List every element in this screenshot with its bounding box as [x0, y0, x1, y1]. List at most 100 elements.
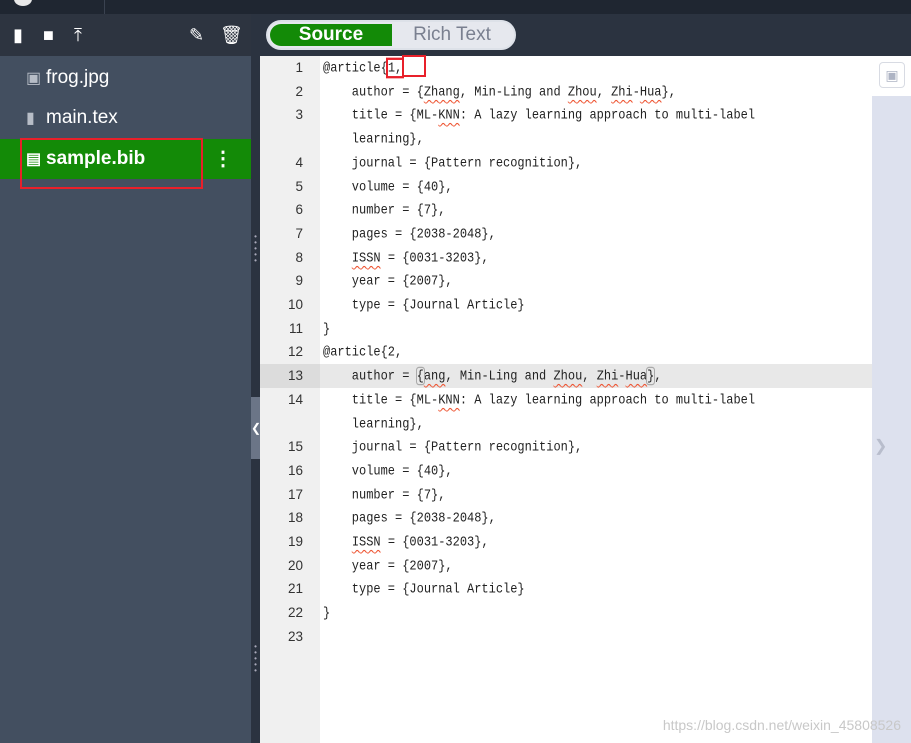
right-panel: ▣ ❯: [872, 56, 911, 743]
code-line[interactable]: 11}: [260, 317, 872, 341]
code-line[interactable]: 4 journal = {Pattern recognition},: [260, 151, 872, 175]
file-name: main.tex: [46, 107, 118, 128]
line-number: 16: [287, 462, 303, 478]
code-token: }: [323, 320, 331, 337]
line-number: 14: [287, 391, 303, 407]
file-icon: ▮: [26, 110, 35, 127]
code-token: learning},: [323, 415, 424, 432]
code-line[interactable]: learning},: [260, 127, 872, 151]
new-file-icon[interactable]: ▮: [13, 24, 23, 46]
chevron-right-icon[interactable]: ❯: [874, 436, 887, 456]
top-bar: [0, 0, 911, 14]
code-line[interactable]: 10 type = {Journal Article}: [260, 293, 872, 317]
upload-icon[interactable]: ⤒: [74, 24, 82, 46]
right-panel-header: ▣: [872, 56, 911, 96]
code-token: : A lazy learning approach to multi-labe…: [459, 391, 756, 408]
code-line[interactable]: 23: [260, 625, 872, 649]
code-token: volume = {40},: [323, 462, 453, 479]
file-toolbar: ▮ ■ ⤒ ✎ 🗑: [0, 14, 260, 56]
code-line[interactable]: 14 title = {ML-KNN: A lazy learning appr…: [260, 388, 872, 412]
code-token: , Min-Ling and: [445, 368, 554, 385]
misspelled-word: Zhi: [611, 83, 633, 100]
line-number: 4: [295, 154, 303, 170]
code-token: number = {7},: [323, 486, 446, 503]
code-token: ,: [582, 368, 597, 385]
code-token: year = {2007},: [323, 273, 453, 290]
image-icon: ▣: [26, 70, 42, 87]
code-line[interactable]: learning},: [260, 412, 872, 436]
more-options-icon[interactable]: ⋮: [213, 139, 233, 179]
code-token: }: [323, 605, 331, 622]
code-editor[interactable]: 1 @article{1, 2 author = {Zhang, Min-Ling …: [260, 55, 872, 743]
code-line[interactable]: 8 ISSN = {0031-3203},: [260, 246, 872, 270]
line-number: 22: [287, 605, 303, 621]
file-name: frog.jpg: [46, 67, 110, 88]
watermark: https://blog.csdn.net/weixin_45808526: [662, 717, 901, 733]
code-line[interactable]: 3 title = {ML-KNN: A lazy learning appro…: [260, 103, 872, 127]
code-line[interactable]: 15 journal = {Pattern recognition},: [260, 435, 872, 459]
misspelled-word: Zhou: [567, 83, 597, 100]
code-token: ,: [596, 83, 612, 100]
line-number: 10: [287, 297, 303, 312]
code-line[interactable]: 17 number = {7},: [260, 483, 872, 507]
code-token: @article{: [323, 59, 388, 77]
line-number: 17: [287, 486, 303, 502]
misspelled-word: ISSN: [351, 249, 381, 266]
code-line[interactable]: 2 author = {Zhang, Min-Ling and Zhou, Zh…: [260, 80, 872, 104]
drag-handle-icon[interactable]: • • • • •: [253, 643, 258, 675]
line-number: 19: [287, 534, 303, 549]
pane-splitter[interactable]: • • • • • • • • • •: [251, 14, 260, 743]
line-number: 1: [295, 60, 303, 75]
collapse-sidebar-button[interactable]: ❮: [251, 397, 261, 459]
code-line[interactable]: 13 author = {ang, Min-Ling and Zhou, Zhi…: [260, 364, 872, 389]
line-number: 20: [287, 557, 303, 573]
code-line[interactable]: 16 volume = {40},: [260, 459, 872, 483]
rich-text-mode-button[interactable]: Rich Text: [392, 24, 512, 46]
code-line[interactable]: 7 pages = {2038-2048},: [260, 222, 872, 246]
code-token: volume = {40},: [323, 178, 453, 195]
highlight-box: [20, 138, 203, 189]
line-number: 18: [287, 510, 303, 526]
source-mode-button[interactable]: Source: [270, 24, 392, 46]
mode-toggle: Source Rich Text: [266, 20, 516, 50]
code-token: type = {Journal Article}: [323, 296, 525, 314]
code-line[interactable]: 19 ISSN = {0031-3203},: [260, 530, 872, 554]
code-line[interactable]: 22}: [260, 601, 872, 625]
line-number: 3: [295, 107, 303, 123]
code-line[interactable]: 20 year = {2007},: [260, 554, 872, 578]
code-token: number = {7},: [323, 202, 446, 219]
misspelled-word: Zhou: [553, 368, 583, 385]
code-line[interactable]: 12 @article{2,: [260, 340, 872, 364]
file-item-frog-jpg[interactable]: ▣ frog.jpg: [0, 58, 251, 98]
code-token: pages = {2038-2048},: [323, 510, 496, 527]
code-line[interactable]: 21 type = {Journal Article}: [260, 577, 872, 601]
line-number: 5: [295, 178, 303, 194]
code-token: {: [415, 366, 425, 386]
code-token: journal = {Pattern recognition},: [323, 439, 583, 456]
line-number: 23: [287, 628, 303, 644]
trash-icon[interactable]: 🗑: [220, 24, 243, 46]
code-token: year = {2007},: [323, 557, 453, 574]
code-token: = {0031-3203},: [380, 249, 489, 266]
code-token: journal = {Pattern recognition},: [323, 154, 583, 171]
line-number: 8: [295, 249, 303, 265]
code-token: pages = {2038-2048},: [323, 225, 496, 242]
code-token: -: [618, 368, 626, 385]
line-number: 15: [287, 439, 303, 455]
divider: [104, 0, 105, 14]
code-line[interactable]: 6 number = {7},: [260, 198, 872, 222]
line-number: 7: [295, 225, 303, 241]
code-line[interactable]: 1 @article{1,: [260, 56, 872, 80]
code-line[interactable]: 18 pages = {2038-2048},: [260, 506, 872, 530]
highlight-box: [402, 55, 426, 77]
code-text: type = {Journal Article}: [323, 291, 525, 319]
file-item-main-tex[interactable]: ▮ main.tex: [0, 98, 251, 138]
inbox-icon[interactable]: ▣: [879, 62, 905, 88]
code-line[interactable]: 9 year = {2007},: [260, 269, 872, 293]
code-line[interactable]: 5 volume = {40},: [260, 175, 872, 199]
code-token: -: [632, 83, 640, 100]
pencil-icon[interactable]: ✎: [189, 24, 204, 46]
new-folder-icon[interactable]: ■: [43, 24, 54, 46]
drag-handle-icon[interactable]: • • • • •: [253, 233, 258, 265]
code-token: title = {ML-: [323, 391, 439, 408]
